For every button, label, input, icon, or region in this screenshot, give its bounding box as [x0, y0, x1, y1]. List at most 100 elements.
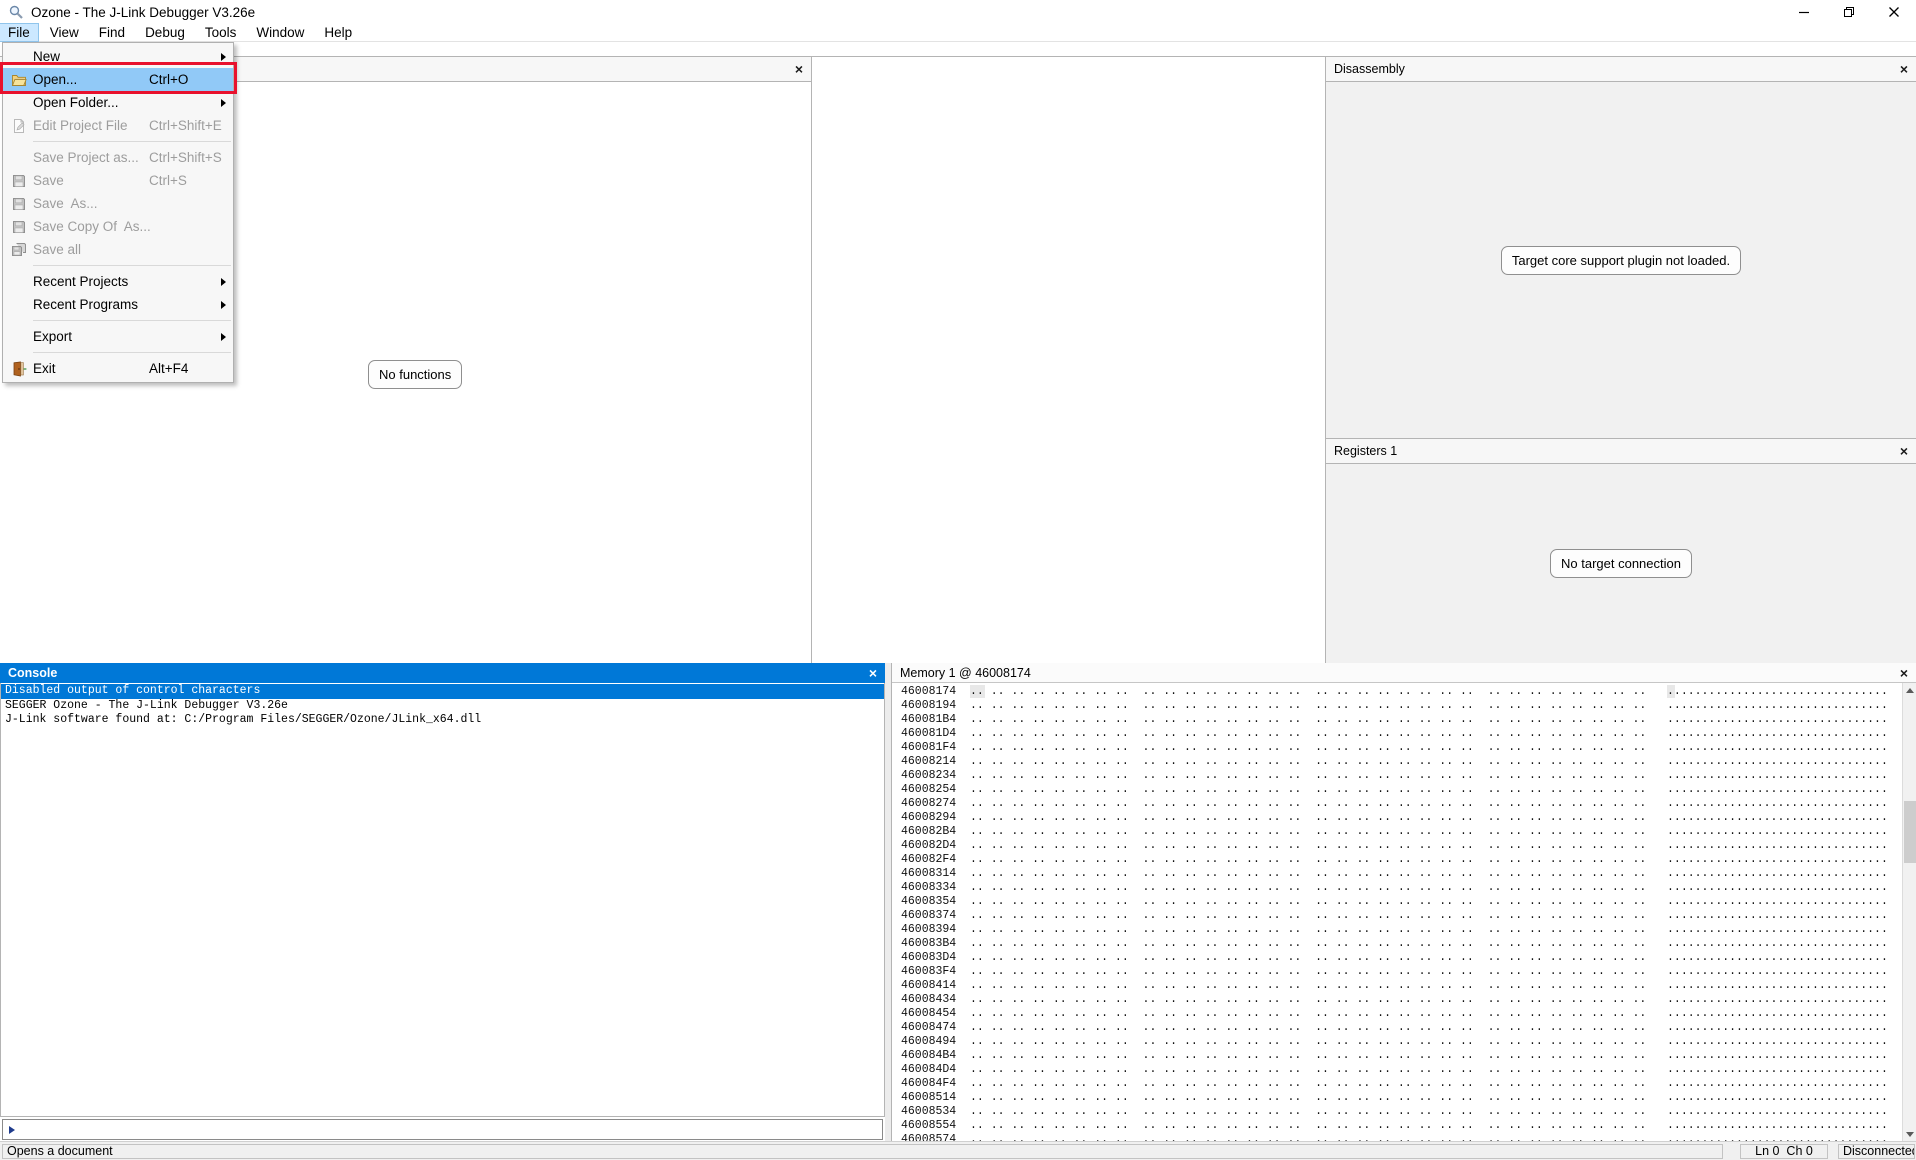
- memory-row-46008434[interactable]: 46008434 .. .. .. .. .. .. .. .. .. .. .…: [901, 993, 1902, 1007]
- memory-row-46008314[interactable]: 46008314 .. .. .. .. .. .. .. .. .. .. .…: [901, 867, 1902, 881]
- menu-item-label: Save Copy Of As...: [33, 219, 151, 234]
- scroll-down-icon[interactable]: [1903, 1127, 1916, 1141]
- menu-item-open[interactable]: Open...Ctrl+O: [3, 68, 233, 91]
- console-line[interactable]: J-Link software found at: C:/Program Fil…: [1, 713, 884, 728]
- status-connection: Disconnected: [1838, 1144, 1915, 1159]
- memory-row-46008174[interactable]: 46008174 .. .. .. .. .. .. .. .. .. .. .…: [901, 685, 1902, 699]
- menubar-item-view[interactable]: View: [42, 24, 87, 41]
- memory-row-460082D4[interactable]: 460082D4 .. .. .. .. .. .. .. .. .. .. .…: [901, 839, 1902, 853]
- memory-row-460084D4[interactable]: 460084D4 .. .. .. .. .. .. .. .. .. .. .…: [901, 1063, 1902, 1077]
- memory-row-46008454[interactable]: 46008454 .. .. .. .. .. .. .. .. .. .. .…: [901, 1007, 1902, 1021]
- menu-item-export[interactable]: Export: [3, 325, 233, 348]
- memory-row-46008414[interactable]: 46008414 .. .. .. .. .. .. .. .. .. .. .…: [901, 979, 1902, 993]
- floppy-icon: [5, 196, 33, 212]
- menu-item-save-project-as: Save Project as...Ctrl+Shift+S: [3, 146, 233, 169]
- memory-row-46008354[interactable]: 46008354 .. .. .. .. .. .. .. .. .. .. .…: [901, 895, 1902, 909]
- restore-icon[interactable]: [1826, 0, 1871, 24]
- console-line[interactable]: SEGGER Ozone - The J-Link Debugger V3.26…: [1, 699, 884, 714]
- menu-item-open-folder[interactable]: Open Folder...: [3, 91, 233, 114]
- menu-item-save-all: Save all: [3, 238, 233, 261]
- memory-row-460084B4[interactable]: 460084B4 .. .. .. .. .. .. .. .. .. .. .…: [901, 1049, 1902, 1063]
- memory-row-46008514[interactable]: 46008514 .. .. .. .. .. .. .. .. .. .. .…: [901, 1091, 1902, 1105]
- memory-row-46008234[interactable]: 46008234 .. .. .. .. .. .. .. .. .. .. .…: [901, 769, 1902, 783]
- menu-separator: [33, 141, 231, 142]
- menu-item-label: Export: [33, 329, 149, 344]
- status-line-col: Ln 0 Ch 0: [1740, 1144, 1828, 1159]
- registers-panel: Registers 1 × No target connection: [1325, 438, 1916, 663]
- memory-row-460082B4[interactable]: 460082B4 .. .. .. .. .. .. .. .. .. .. .…: [901, 825, 1902, 839]
- memory-row-46008194[interactable]: 46008194 .. .. .. .. .. .. .. .. .. .. .…: [901, 699, 1902, 713]
- disassembly-panel-body: Target core support plugin not loaded.: [1326, 82, 1916, 438]
- menu-item-shortcut: Ctrl+S: [149, 173, 215, 188]
- memory-row-46008394[interactable]: 46008394 .. .. .. .. .. .. .. .. .. .. .…: [901, 923, 1902, 937]
- memory-panel-title: Memory 1 @ 46008174: [900, 666, 1031, 680]
- memory-row-46008214[interactable]: 46008214 .. .. .. .. .. .. .. .. .. .. .…: [901, 755, 1902, 769]
- memory-panel-close-icon[interactable]: ×: [1900, 666, 1908, 680]
- menu-bar: FileViewFindDebugToolsWindowHelp: [0, 24, 1916, 42]
- menu-item-save-copy-of-as: Save Copy Of As...: [3, 215, 233, 238]
- memory-row-46008374[interactable]: 46008374 .. .. .. .. .. .. .. .. .. .. .…: [901, 909, 1902, 923]
- memory-row-460084F4[interactable]: 460084F4 .. .. .. .. .. .. .. .. .. .. .…: [901, 1077, 1902, 1091]
- open-folder-icon: [5, 72, 33, 88]
- close-icon[interactable]: [1871, 0, 1916, 24]
- floppy-icon: [5, 219, 33, 235]
- menu-icon-empty: [5, 274, 33, 290]
- scroll-up-icon[interactable]: [1903, 683, 1916, 697]
- memory-row-46008254[interactable]: 46008254 .. .. .. .. .. .. .. .. .. .. .…: [901, 783, 1902, 797]
- memory-row-460083F4[interactable]: 460083F4 .. .. .. .. .. .. .. .. .. .. .…: [901, 965, 1902, 979]
- menubar-item-help[interactable]: Help: [316, 24, 360, 41]
- plugin-not-loaded-badge: Target core support plugin not loaded.: [1501, 246, 1741, 275]
- memory-row-460081D4[interactable]: 460081D4 .. .. .. .. .. .. .. .. .. .. .…: [901, 727, 1902, 741]
- memory-row-46008294[interactable]: 46008294 .. .. .. .. .. .. .. .. .. .. .…: [901, 811, 1902, 825]
- registers-panel-body: No target connection: [1326, 464, 1916, 663]
- menu-item-label: Save Project as...: [33, 150, 149, 165]
- menubar-item-find[interactable]: Find: [91, 24, 133, 41]
- memory-row-46008534[interactable]: 46008534 .. .. .. .. .. .. .. .. .. .. .…: [901, 1105, 1902, 1119]
- memory-row-46008554[interactable]: 46008554 .. .. .. .. .. .. .. .. .. .. .…: [901, 1119, 1902, 1133]
- menu-item-recent-projects[interactable]: Recent Projects: [3, 270, 233, 293]
- registers-panel-close-icon[interactable]: ×: [1900, 444, 1908, 458]
- menu-item-label: Open Folder...: [33, 95, 149, 110]
- menubar-item-file[interactable]: File: [0, 24, 38, 41]
- floppy-multi-icon: [5, 242, 33, 258]
- menubar-item-tools[interactable]: Tools: [197, 24, 245, 41]
- minimize-icon[interactable]: [1781, 0, 1826, 24]
- menu-item-save: SaveCtrl+S: [3, 169, 233, 192]
- memory-row-460083D4[interactable]: 460083D4 .. .. .. .. .. .. .. .. .. .. .…: [901, 951, 1902, 965]
- submenu-arrow-icon: [215, 333, 231, 341]
- memory-row-46008274[interactable]: 46008274 .. .. .. .. .. .. .. .. .. .. .…: [901, 797, 1902, 811]
- console-line-selected[interactable]: Disabled output of control characters: [1, 684, 884, 699]
- menu-item-save-as: Save As...: [3, 192, 233, 215]
- edit-page-icon: [5, 118, 33, 134]
- menu-item-new[interactable]: New: [3, 45, 233, 68]
- memory-row-460081B4[interactable]: 460081B4 .. .. .. .. .. .. .. .. .. .. .…: [901, 713, 1902, 727]
- console-command-input[interactable]: [19, 1121, 882, 1138]
- memory-row-460082F4[interactable]: 460082F4 .. .. .. .. .. .. .. .. .. .. .…: [901, 853, 1902, 867]
- console-output[interactable]: Disabled output of control charactersSEG…: [0, 683, 885, 1117]
- menu-item-recent-programs[interactable]: Recent Programs: [3, 293, 233, 316]
- disassembly-panel-header: Disassembly ×: [1326, 56, 1916, 82]
- disassembly-panel-close-icon[interactable]: ×: [1900, 62, 1908, 76]
- memory-row-46008474[interactable]: 46008474 .. .. .. .. .. .. .. .. .. .. .…: [901, 1021, 1902, 1035]
- memory-scrollbar-thumb[interactable]: [1904, 801, 1916, 863]
- menu-item-label: Recent Projects: [33, 274, 149, 289]
- no-target-connection-badge: No target connection: [1550, 549, 1692, 578]
- memory-row-46008334[interactable]: 46008334 .. .. .. .. .. .. .. .. .. .. .…: [901, 881, 1902, 895]
- memory-row-460083B4[interactable]: 460083B4 .. .. .. .. .. .. .. .. .. .. .…: [901, 937, 1902, 951]
- menu-item-exit[interactable]: ExitAlt+F4: [3, 357, 233, 380]
- menubar-item-debug[interactable]: Debug: [137, 24, 193, 41]
- console-panel-close-icon[interactable]: ×: [869, 666, 877, 680]
- menu-separator: [33, 265, 231, 266]
- memory-row-46008494[interactable]: 46008494 .. .. .. .. .. .. .. .. .. .. .…: [901, 1035, 1902, 1049]
- console-input[interactable]: [2, 1119, 883, 1140]
- empty-editor-area: [812, 56, 1325, 663]
- submenu-arrow-icon: [215, 99, 231, 107]
- functions-panel-close-icon[interactable]: ×: [795, 62, 803, 76]
- memory-row-460081F4[interactable]: 460081F4 .. .. .. .. .. .. .. .. .. .. .…: [901, 741, 1902, 755]
- menubar-item-window[interactable]: Window: [248, 24, 312, 41]
- exit-door-icon: [5, 361, 33, 377]
- memory-row-46008574[interactable]: 46008574 .. .. .. .. .. .. .. .. .. .. .…: [901, 1133, 1902, 1141]
- memory-hexdump[interactable]: 46008174 .. .. .. .. .. .. .. .. .. .. .…: [892, 683, 1902, 1141]
- memory-panel: Memory 1 @ 46008174 × 46008174 .. .. .. …: [891, 663, 1916, 1141]
- memory-scrollbar[interactable]: [1902, 683, 1916, 1141]
